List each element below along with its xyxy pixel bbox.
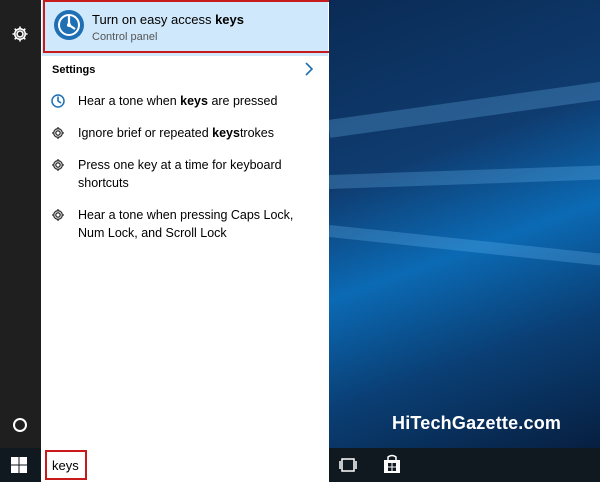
settings-result-label: Hear a tone when pressing Caps Lock, Num…: [78, 208, 294, 240]
search-input[interactable]: keys: [52, 458, 79, 473]
windows-start-icon[interactable]: [10, 456, 28, 474]
settings-result-label: Hear a tone when keys are pressed: [78, 94, 278, 108]
watermark: HiTechGazette.com: [392, 413, 562, 433]
cortana-icon[interactable]: [13, 418, 27, 432]
settings-result-label: Ignore brief or repeated keystrokes: [78, 126, 274, 140]
task-view-icon[interactable]: [339, 457, 357, 473]
gear-icon: [52, 159, 64, 171]
start-rail: [0, 0, 41, 482]
settings-result-item[interactable]: Hear a tone when keys are pressed: [41, 92, 329, 114]
light-ray: [329, 225, 600, 269]
highlight-frame: [43, 0, 332, 53]
accessibility-icon: [51, 94, 65, 108]
light-ray: [329, 78, 600, 138]
gear-icon: [52, 127, 64, 139]
settings-result-item[interactable]: Ignore brief or repeated keystrokes: [41, 124, 329, 146]
settings-result-label: Press one key at a time for keyboard sho…: [78, 158, 282, 190]
search-results-panel: Turn on easy access keys Control panel S…: [41, 0, 332, 448]
gear-icon: [52, 209, 64, 221]
store-icon[interactable]: [383, 454, 401, 474]
light-ray: [329, 164, 600, 189]
settings-section-header: Settings: [52, 64, 96, 76]
desktop-wallpaper: [329, 0, 600, 448]
chevron-right-icon[interactable]: [302, 62, 316, 76]
settings-result-item[interactable]: Press one key at a time for keyboard sho…: [41, 156, 329, 196]
settings-result-item[interactable]: Hear a tone when pressing Caps Lock, Num…: [41, 206, 329, 246]
settings-gear-icon[interactable]: [10, 24, 30, 44]
